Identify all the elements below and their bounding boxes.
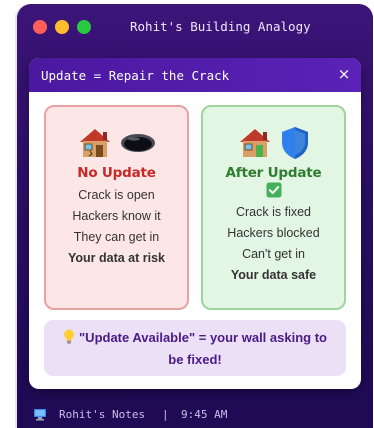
dialog-header: Update = Repair the Crack ×	[29, 58, 361, 92]
panel-after-update: After Update Crack is fixed Hackers bloc…	[201, 105, 346, 310]
after-update-line-1: Crack is fixed	[235, 205, 312, 219]
after-update-line-3: Can't get in	[242, 247, 305, 261]
after-update-line-4: Your data safe	[230, 268, 317, 282]
lightbulb-icon	[63, 329, 75, 350]
house-icon	[78, 127, 112, 159]
banner-text: "Update Available" = your wall asking to…	[79, 330, 327, 367]
house-icon	[238, 127, 272, 159]
title-bar: Rohit's Building Analogy	[17, 4, 373, 48]
panel-title-after-update: After Update	[225, 165, 322, 181]
panel-no-update: No Update Crack is open Hackers know it …	[44, 105, 189, 310]
dialog-close-button[interactable]: ×	[335, 65, 353, 83]
close-window-button[interactable]	[33, 20, 47, 34]
maximize-window-button[interactable]	[77, 20, 91, 34]
dialog-title: Update = Repair the Crack	[41, 68, 230, 83]
status-notes-label: Rohit's Notes	[59, 408, 146, 421]
hole-icon	[120, 132, 156, 154]
no-update-line-3: They can get in	[73, 230, 160, 244]
check-icon	[266, 182, 282, 202]
no-update-line-4: Your data at risk	[67, 251, 166, 265]
after-update-line-2: Hackers blocked	[227, 226, 320, 240]
computer-icon	[33, 408, 47, 424]
panel-title-no-update: No Update	[77, 165, 156, 181]
update-dialog: Update = Repair the Crack × No Update Cr…	[29, 58, 361, 389]
status-time: 9:45 AM	[181, 408, 228, 421]
shield-icon	[280, 126, 310, 160]
window-title: Rohit's Building Analogy	[130, 19, 311, 34]
no-update-line-1: Crack is open	[78, 188, 155, 202]
no-update-line-2: Hackers know it	[72, 209, 161, 223]
status-separator: |	[162, 408, 169, 421]
status-bar: Rohit's Notes | 9:45 AM	[17, 402, 373, 428]
update-banner: "Update Available" = your wall asking to…	[44, 320, 346, 376]
minimize-window-button[interactable]	[55, 20, 69, 34]
